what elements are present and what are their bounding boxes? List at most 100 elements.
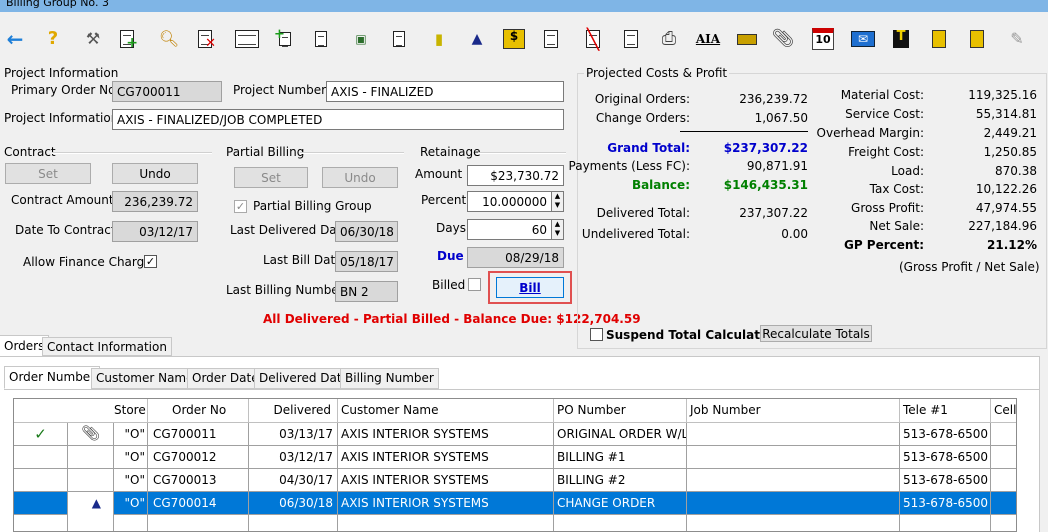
triangle-icon[interactable]: ▲ xyxy=(466,28,488,50)
contract-set-button[interactable]: Set xyxy=(5,163,91,184)
allow-finance-charge-checkbox[interactable]: ✓ xyxy=(144,255,157,268)
billed-checkbox[interactable] xyxy=(468,278,481,291)
partial-set-button[interactable]: Set xyxy=(234,167,308,188)
printer-icon[interactable]: ⎙ xyxy=(658,28,680,50)
retainage-percent-field[interactable]: 10.000000 xyxy=(467,191,552,212)
customer-name-cell[interactable]: AXIS INTERIOR SYSTEMS xyxy=(338,469,554,492)
last-billing-number-field[interactable]: BN 2 xyxy=(335,281,398,302)
edit-document-icon[interactable] xyxy=(540,28,562,50)
add-item-icon[interactable]: + xyxy=(274,28,296,50)
days-spinner[interactable]: ▲ ▼ xyxy=(551,219,564,240)
po-number-cell[interactable]: BILLING #1 xyxy=(554,446,687,469)
header-customer-name[interactable]: Customer Name xyxy=(338,399,554,422)
project-information-field[interactable]: AXIS - FINALIZED/JOB COMPLETED xyxy=(112,109,564,130)
delivered-cell[interactable]: 06/30/18 xyxy=(249,492,338,515)
partial-undo-button[interactable]: Undo xyxy=(322,167,398,188)
back-arrow-icon[interactable]: ← xyxy=(4,28,26,50)
customer-name-cell[interactable]: AXIS INTERIOR SYSTEMS xyxy=(338,492,554,515)
contract-undo-button[interactable]: Undo xyxy=(112,163,198,184)
partial-billing-group-checkbox[interactable]: ✓ xyxy=(234,200,247,213)
table-row[interactable]: ▲ "O" CG700014 06/30/18 AXIS INTERIOR SYSTEM… xyxy=(14,492,1016,515)
store-cell[interactable]: "O" xyxy=(114,446,148,469)
ticket-icon[interactable] xyxy=(736,28,758,50)
document-icon[interactable] xyxy=(388,28,410,50)
table-row[interactable]: ✓ 📎︎ "O" CG700011 03/13/17 AXIS INTERIOR SYST… xyxy=(14,423,1016,446)
job-number-cell[interactable] xyxy=(687,423,900,446)
tools-icon[interactable]: ⚒ xyxy=(82,28,104,50)
header-store[interactable]: Store xyxy=(114,399,148,422)
primary-order-field[interactable]: CG700011 xyxy=(112,81,222,102)
store-cell[interactable]: "O" xyxy=(114,423,148,446)
sort-tab-order-number[interactable]: Order Number xyxy=(4,366,101,389)
table-row[interactable]: "O" CG700013 04/30/17 AXIS INTERIOR SYSTEMS… xyxy=(14,469,1016,492)
order-no-cell[interactable]: CG700011 xyxy=(148,423,249,446)
tele-cell[interactable]: 513-678-6500 xyxy=(900,423,991,446)
cell-phone-cell[interactable] xyxy=(991,446,1016,469)
tele-cell[interactable]: 513-678-6500 xyxy=(900,446,991,469)
header-cell[interactable]: Cell xyxy=(991,399,1016,422)
copy-documents-icon[interactable] xyxy=(310,28,332,50)
date-to-contract-field[interactable]: 03/12/17 xyxy=(112,221,198,242)
notebook-icon[interactable] xyxy=(928,28,950,50)
yellow-note-icon[interactable] xyxy=(966,28,988,50)
sort-tab-order-date[interactable]: Order Date xyxy=(187,368,264,389)
delivered-cell[interactable]: 03/13/17 xyxy=(249,423,338,446)
last-delivered-date-field[interactable]: 06/30/18 xyxy=(335,221,398,242)
retainage-days-field[interactable]: 60 xyxy=(467,219,552,240)
header-delivered[interactable]: Delivered xyxy=(249,399,338,422)
store-cell[interactable]: "O" xyxy=(114,469,148,492)
search-icon[interactable]: 🔍︎ xyxy=(158,28,180,50)
po-number-cell[interactable]: BILLING #2 xyxy=(554,469,687,492)
delete-document-icon[interactable]: ✕ xyxy=(194,28,216,50)
project-number-field[interactable]: AXIS - FINALIZED xyxy=(326,81,564,102)
customer-name-cell[interactable]: AXIS INTERIOR SYSTEMS xyxy=(338,446,554,469)
email-icon[interactable]: ✉ xyxy=(850,28,876,50)
cancel-document-icon[interactable]: ╲ xyxy=(580,28,606,50)
document-dollar-icon[interactable]: $ xyxy=(500,28,528,50)
document-search-icon[interactable] xyxy=(618,28,644,50)
job-number-cell[interactable] xyxy=(687,469,900,492)
store-cell[interactable]: "O" xyxy=(114,492,148,515)
bill-button[interactable]: Bill xyxy=(496,277,564,298)
header-po-number[interactable]: PO Number xyxy=(554,399,687,422)
order-no-cell[interactable]: CG700012 xyxy=(148,446,249,469)
po-number-cell[interactable]: CHANGE ORDER xyxy=(554,492,687,515)
tele-cell[interactable]: 513-678-6500 xyxy=(900,492,991,515)
calendar-icon[interactable]: 10 xyxy=(810,28,836,50)
header-order-no[interactable]: Order No xyxy=(148,399,249,422)
note-icon[interactable]: ▮ xyxy=(428,28,450,50)
money-icon[interactable]: ▣ xyxy=(350,28,372,50)
aia-icon[interactable]: AIA xyxy=(694,28,722,50)
pen-icon[interactable]: ✎ xyxy=(1006,28,1028,50)
cell-phone-cell[interactable] xyxy=(991,492,1016,515)
last-bill-date-field[interactable]: 05/18/17 xyxy=(335,251,398,272)
order-no-cell[interactable]: CG700013 xyxy=(148,469,249,492)
header-tele[interactable]: Tele #1 xyxy=(900,399,991,422)
suspend-totals-checkbox[interactable] xyxy=(590,328,603,341)
cell-phone-cell[interactable] xyxy=(991,469,1016,492)
delivered-cell[interactable]: 04/30/17 xyxy=(249,469,338,492)
sort-tab-billing-number[interactable]: Billing Number xyxy=(340,368,439,389)
cell-phone-cell[interactable] xyxy=(991,423,1016,446)
add-document-icon[interactable]: + xyxy=(116,28,138,50)
sort-tab-customer-name[interactable]: Customer Name xyxy=(91,368,199,389)
customer-name-cell[interactable]: AXIS INTERIOR SYSTEMS xyxy=(338,423,554,446)
retainage-amount-field[interactable]: $23,730.72 xyxy=(467,165,564,186)
table-row[interactable]: "O" CG700012 03/12/17 AXIS INTERIOR SYSTEMS… xyxy=(14,446,1016,469)
order-no-cell[interactable]: CG700014 xyxy=(148,492,249,515)
sort-tab-delivered-date[interactable]: Delivered Date xyxy=(254,368,354,389)
contract-amount-field[interactable]: 236,239.72 xyxy=(112,191,198,212)
document-list-icon[interactable] xyxy=(232,28,262,50)
job-number-cell[interactable] xyxy=(687,492,900,515)
help-icon[interactable]: ? xyxy=(42,28,64,50)
retainage-due-field[interactable]: 08/29/18 xyxy=(467,247,564,268)
recalculate-totals-button[interactable]: Recalculate Totals xyxy=(760,325,872,342)
paperclip-icon[interactable]: 📎︎ xyxy=(772,28,795,50)
tele-cell[interactable]: 513-678-6500 xyxy=(900,469,991,492)
po-number-cell[interactable]: ORIGINAL ORDER W/LAB xyxy=(554,423,687,446)
job-number-cell[interactable] xyxy=(687,446,900,469)
percent-spinner[interactable]: ▲ ▼ xyxy=(551,191,564,212)
t-icon[interactable]: T xyxy=(890,28,912,50)
header-job-number[interactable]: Job Number xyxy=(687,399,900,422)
delivered-cell[interactable]: 03/12/17 xyxy=(249,446,338,469)
